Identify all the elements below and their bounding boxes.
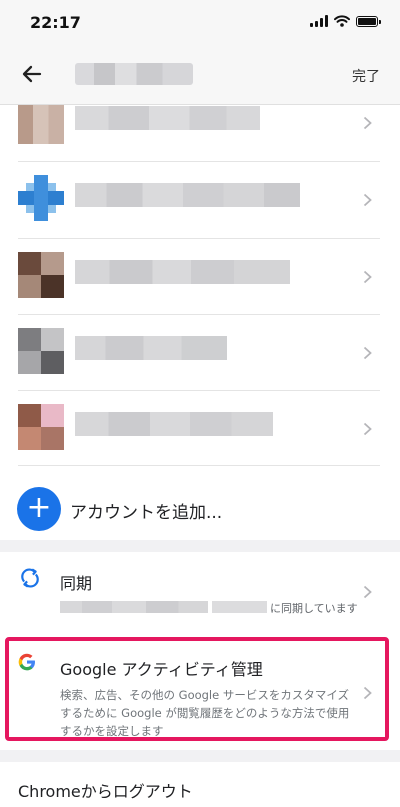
divider [18, 465, 380, 466]
sync-icon[interactable] [18, 566, 42, 590]
chevron-right-icon [363, 346, 372, 360]
chevron-right-icon [363, 422, 372, 436]
logout-button[interactable]: Chromeからログアウト [18, 778, 193, 802]
wifi-icon [334, 15, 350, 27]
activity-description: 検索、広告、その他の Google サービスをカスタマイズするために Googl… [60, 688, 350, 738]
account-email-pixelated [75, 106, 260, 130]
status-icons [310, 15, 381, 27]
sync-description: に同期しています [270, 602, 358, 615]
logout-card: Chromeからログアウト [0, 762, 400, 807]
avatar [18, 328, 64, 374]
chevron-right-icon [363, 116, 372, 130]
plus-icon: + [17, 487, 61, 531]
sync-email-pixelated [212, 601, 267, 613]
cellular-signal-icon [310, 15, 328, 27]
account-email-pixelated [75, 412, 273, 436]
avatar [18, 404, 64, 450]
sync-title[interactable]: 同期 [60, 570, 92, 594]
account-row[interactable] [0, 239, 400, 315]
chevron-right-icon [363, 193, 372, 207]
google-g-icon [18, 653, 35, 671]
avatar [18, 105, 64, 144]
avatar [18, 175, 64, 221]
add-account-label: アカウントを追加... [70, 503, 223, 523]
status-time: 22:17 [30, 13, 81, 32]
account-email-pixelated [75, 336, 227, 360]
account-row[interactable] [0, 105, 400, 161]
activity-title[interactable]: Google アクティビティ管理 [60, 656, 263, 680]
account-row[interactable] [0, 391, 400, 467]
settings-card: 同期 に同期しています Google アクティビティ管理 検索、広告、その他の … [0, 552, 400, 750]
status-bar: 22:17 [0, 0, 400, 44]
chevron-right-icon [363, 686, 372, 700]
account-row[interactable] [0, 162, 400, 238]
account-name-pixelated [75, 63, 193, 85]
sync-email-pixelated [60, 601, 208, 613]
battery-icon [356, 15, 381, 27]
done-button[interactable]: 完了 [352, 66, 380, 86]
avatar [18, 252, 64, 298]
chevron-right-icon [363, 270, 372, 284]
chevron-right-icon [363, 585, 372, 599]
account-email-pixelated [75, 260, 290, 284]
back-arrow-icon[interactable] [20, 62, 44, 86]
account-email-pixelated [75, 183, 300, 207]
nav-bar: 完了 [0, 44, 400, 105]
account-row[interactable] [0, 315, 400, 391]
add-account-button[interactable]: + アカウントを追加... [0, 475, 400, 540]
accounts-card: + アカウントを追加... [0, 105, 400, 540]
